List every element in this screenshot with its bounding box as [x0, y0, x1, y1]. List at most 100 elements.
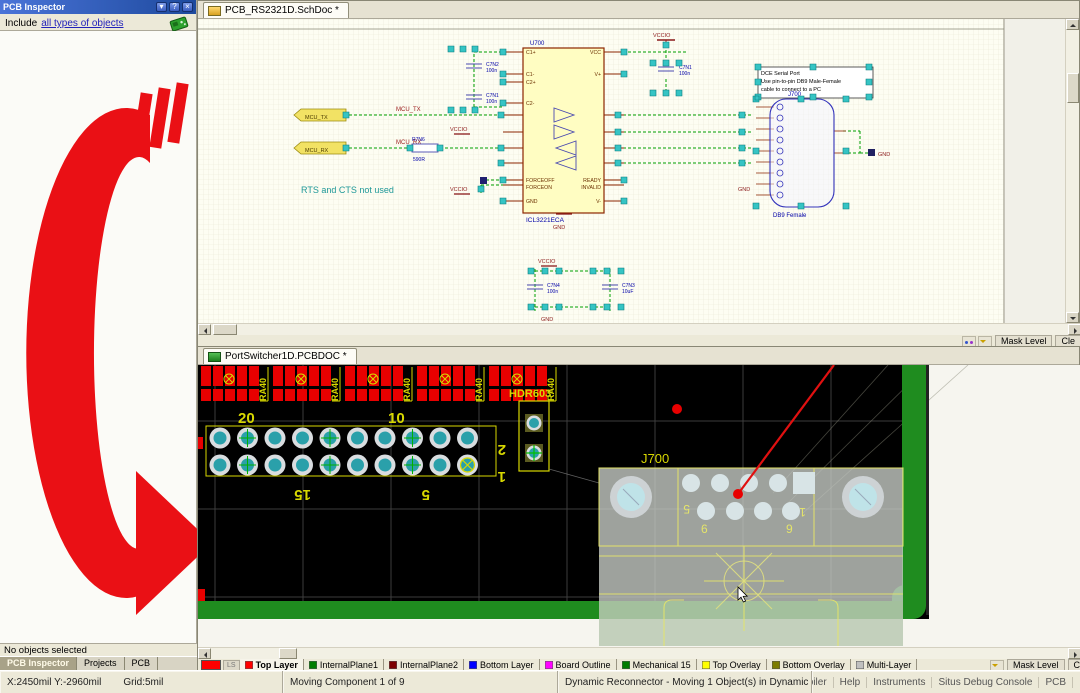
ra-label: RA40: [474, 378, 484, 401]
ic-pin-label: VCC: [590, 50, 601, 56]
active-layer-swatch[interactable]: [201, 660, 221, 670]
cursor-coordinates: X:2450mil Y:-2960mil: [7, 677, 101, 688]
pcb-inspector-title: PCB Inspector: [3, 2, 154, 12]
schematic-vscrollbar[interactable]: [1065, 19, 1079, 323]
schematic-hscrollbar[interactable]: [198, 323, 1080, 335]
status-mode: Dynamic Reconnector - Moving 1 Object(s)…: [558, 671, 812, 693]
ra-label: RA40: [258, 378, 268, 401]
ic-pin-label: INVALID: [581, 185, 601, 191]
schematic-note-box[interactable]: DCE Serial Port Use pin-to-pin DB9 Male-…: [758, 67, 873, 98]
ic-pin-label: FORCEON: [526, 185, 552, 191]
pcbdoc-tab-label: PortSwitcher1D.PCBDOC *: [225, 351, 347, 362]
pcb-editor-panel: PortSwitcher1D.PCBDOC *: [197, 346, 1080, 670]
svg-text:GND: GND: [878, 152, 890, 158]
pcb-hscrollbar[interactable]: [198, 647, 1080, 659]
no-objects-status: No objects selected: [0, 643, 197, 656]
schematic-canvas[interactable]: C1+ C1- C2+ C2- FORCEOFF FORCEON GND VCC…: [198, 19, 1067, 323]
pcb-chip-icon: [167, 16, 191, 31]
header-num: 5: [422, 486, 430, 503]
j700-label: J700: [641, 451, 669, 466]
header-num: 1: [498, 468, 506, 485]
ic-pin-label: C1+: [526, 50, 536, 56]
grid-setting: Grid:5mil: [123, 677, 163, 688]
layer-set-button[interactable]: LS: [223, 660, 240, 671]
filter-icon[interactable]: [978, 336, 992, 347]
tab-projects[interactable]: Projects: [77, 657, 125, 670]
pcb-tabbar: PortSwitcher1D.PCBDOC *: [198, 347, 1079, 365]
ic-pin-label: READY: [583, 178, 601, 184]
db9-pin-num: 9: [786, 522, 793, 536]
note-line: Use pin-to-pin DB9 Male-Female: [761, 79, 841, 85]
edge-pad: [198, 589, 205, 601]
panel-access-buttons: System Design Compiler Help Instruments …: [812, 671, 1080, 693]
power-port-label: VCCIO: [538, 259, 556, 265]
resistor-value: 590R: [413, 157, 425, 163]
tab-pcb[interactable]: PCB: [125, 657, 159, 670]
db9-pin-num: 6: [701, 522, 708, 536]
filter-icon[interactable]: [990, 660, 1004, 671]
pcb-canvas[interactable]: RA40 RA40 RA40 RA40 RA40: [198, 365, 1080, 647]
note-line: DCE Serial Port: [761, 71, 800, 77]
status-coordinates: X:2450mil Y:-2960mil Grid:5mil: [0, 671, 283, 693]
panel-help-icon[interactable]: ?: [169, 2, 180, 12]
ic-pin-label: C1-: [526, 72, 535, 78]
svg-text:GND: GND: [553, 225, 565, 231]
header-num: 15: [294, 486, 311, 503]
ic-pin-label: GND: [526, 199, 538, 205]
left-column: PCB Inspector ▾ ? × Include all types of…: [0, 0, 197, 670]
ic-refdes: U700: [530, 41, 545, 47]
port-label: MCU_TX: [305, 115, 328, 121]
red-marker-dot: [733, 489, 743, 499]
design-compiler-button[interactable]: Design Compiler: [812, 677, 834, 688]
panel-dropdown-icon[interactable]: ▾: [156, 2, 167, 12]
db9-type-label: DB9 Female: [773, 213, 807, 219]
pcbdoc-icon: [208, 352, 221, 362]
red-curved-arrow: [0, 31, 197, 643]
header-num: 20: [238, 410, 255, 427]
tab-pcb-inspector[interactable]: PCB Inspector: [0, 657, 77, 670]
panel-close-icon[interactable]: ×: [182, 2, 193, 12]
ic-pin-label: FORCEOFF: [526, 178, 555, 184]
cap-value: 100n: [486, 99, 497, 105]
schdoc-tab-label: PCB_RS2321D.SchDoc *: [225, 5, 339, 16]
cap-value: 100n: [547, 289, 558, 295]
power-port-label: VCCIO: [653, 33, 671, 39]
pcbdoc-tab[interactable]: PortSwitcher1D.PCBDOC *: [203, 348, 357, 364]
j700-footprint-ghost[interactable]: 5 1 6 9 J700: [599, 451, 903, 646]
header-num: 10: [388, 410, 405, 427]
situs-debug-console-button[interactable]: Situs Debug Console: [932, 677, 1039, 688]
cap-value: 10uF: [622, 289, 633, 295]
instruments-button[interactable]: Instruments: [867, 677, 932, 688]
ra-label: RA40: [330, 378, 340, 401]
svg-text:GND: GND: [738, 187, 750, 193]
edge-pad: [198, 437, 203, 449]
svg-text:VCCIO: VCCIO: [450, 187, 468, 193]
ic-pin-label: V-: [596, 199, 601, 205]
cap-value: 100n: [679, 71, 690, 77]
altium-workspace: { "inspector": { "title": "PCB Inspector…: [0, 0, 1080, 693]
rts-cts-note: RTS and CTS not used: [301, 185, 394, 195]
cross-probe-icon[interactable]: [962, 336, 976, 347]
schematic-editor-panel: PCB_RS2321D.SchDoc *: [197, 0, 1080, 346]
schematic-port-mcu-rx[interactable]: MCU_RX: [294, 142, 346, 154]
pcb-inspector-panel: PCB Inspector ▾ ? × Include all types of…: [0, 0, 196, 31]
port-label: MCU_RX: [305, 148, 329, 154]
schdoc-tab[interactable]: PCB_RS2321D.SchDoc *: [203, 2, 349, 18]
svg-text:VCCIO: VCCIO: [450, 127, 468, 133]
include-label: Include: [5, 18, 37, 29]
cap-value: 100n: [486, 68, 497, 74]
net-label-tx[interactable]: MCU_TX: [396, 107, 421, 113]
db9-pin-num: 5: [683, 502, 690, 516]
include-types-link[interactable]: all types of objects: [41, 18, 123, 29]
schdoc-icon: [208, 6, 221, 16]
pcb-inspector-titlebar[interactable]: PCB Inspector ▾ ? ×: [0, 0, 196, 14]
left-panel-tabs: PCB Inspector Projects PCB: [0, 656, 197, 670]
pcb-button[interactable]: PCB: [1039, 677, 1073, 688]
header-num: 2: [498, 441, 506, 458]
schematic-port-mcu-tx[interactable]: MCU_TX: [294, 109, 346, 121]
resistor-array-pads[interactable]: RA40 RA40 RA40 RA40 RA40: [201, 366, 556, 401]
red-marker-dot: [672, 404, 682, 414]
status-moving: Moving Component 1 of 9: [283, 671, 558, 693]
status-bar: X:2450mil Y:-2960mil Grid:5mil Moving Co…: [0, 670, 1080, 693]
help-button[interactable]: Help: [834, 677, 868, 688]
